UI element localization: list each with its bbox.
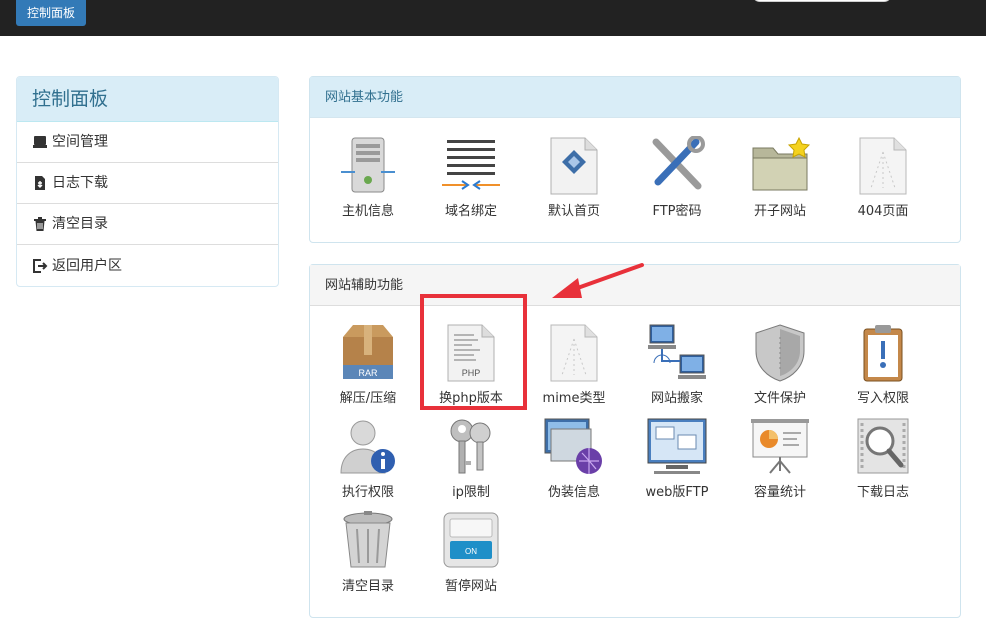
sidebar-item-label: 返回用户区 bbox=[52, 257, 122, 274]
rar-box-icon: RAR bbox=[343, 325, 393, 379]
tile-label: 清空目录 bbox=[341, 579, 394, 594]
switch-label: ON bbox=[465, 547, 477, 556]
tile-label: 写入权限 bbox=[856, 391, 909, 406]
tile-label: 404页面 bbox=[857, 204, 909, 219]
sidebar-item-space[interactable]: 空间管理 bbox=[17, 122, 278, 163]
tile-label: 解压/压缩 bbox=[339, 391, 397, 406]
tile-write-permission[interactable]: 写入权限 bbox=[833, 323, 933, 406]
tile-exec-permission[interactable]: 执行权限 bbox=[318, 417, 418, 500]
tile-label: 域名绑定 bbox=[444, 204, 497, 219]
tile-sub-site[interactable]: 开子网站 bbox=[730, 136, 830, 219]
sidebar: 控制面板 空间管理 日志下载 清空目录 返回用户区 bbox=[16, 76, 279, 287]
switch-on-icon: ON bbox=[443, 512, 499, 568]
sidebar-item-label: 日志下载 bbox=[52, 175, 108, 191]
tile-domain-bind[interactable]: 域名绑定 bbox=[421, 136, 521, 219]
web-ftp-icon bbox=[647, 418, 707, 474]
tile-404-page[interactable]: 404页面 bbox=[833, 136, 933, 219]
sidebar-title: 控制面板 bbox=[17, 77, 278, 122]
tile-label: 暂停网站 bbox=[444, 579, 497, 594]
tile-capacity-stats[interactable]: 容量统计 bbox=[730, 417, 830, 500]
tile-label: 伪装信息 bbox=[547, 485, 600, 500]
basic-functions-title: 网站基本功能 bbox=[310, 77, 960, 118]
hdd-icon bbox=[33, 136, 47, 148]
sidebar-item-label: 清空目录 bbox=[52, 216, 108, 232]
tile-ip-limit[interactable]: ip限制 bbox=[421, 417, 521, 500]
clipboard-alert-icon bbox=[863, 325, 903, 382]
rar-label: RAR bbox=[358, 368, 378, 378]
sidebar-item-clear-dir[interactable]: 清空目录 bbox=[17, 204, 278, 245]
mime-file-icon bbox=[550, 324, 598, 382]
tile-label: mime类型 bbox=[542, 391, 606, 406]
magnifier-film-icon bbox=[857, 418, 909, 474]
control-panel-button[interactable]: 控制面板 bbox=[16, 0, 87, 26]
file-download-icon bbox=[35, 176, 45, 190]
tile-label: 执行权限 bbox=[341, 485, 394, 500]
annotation-arrow bbox=[552, 263, 644, 298]
top-navbar: 控制面板 bbox=[0, 0, 986, 36]
tile-label: 开子网站 bbox=[753, 204, 806, 219]
tile-label: web版FTP bbox=[645, 485, 709, 500]
default-page-icon bbox=[550, 137, 598, 195]
server-icon bbox=[341, 137, 395, 193]
tile-label: 网站搬家 bbox=[650, 391, 703, 406]
tile-pause-site[interactable]: ON 暂停网站 bbox=[421, 511, 521, 594]
tile-clear-dir[interactable]: 清空目录 bbox=[318, 511, 418, 594]
trash-icon bbox=[34, 217, 46, 231]
trash-can-icon bbox=[343, 511, 393, 568]
tile-label: 容量统计 bbox=[753, 485, 806, 500]
tile-label: 主机信息 bbox=[341, 204, 394, 219]
shield-icon bbox=[755, 324, 805, 382]
tile-default-page[interactable]: 默认首页 bbox=[524, 136, 624, 219]
tile-host-info[interactable]: 主机信息 bbox=[318, 136, 418, 219]
user-info-icon bbox=[340, 420, 395, 474]
tile-file-protect[interactable]: 文件保护 bbox=[730, 323, 830, 406]
presentation-chart-icon bbox=[751, 419, 809, 474]
search-pill[interactable] bbox=[752, 0, 892, 2]
tile-web-ftp[interactable]: web版FTP bbox=[627, 417, 727, 500]
tile-label: 默认首页 bbox=[547, 204, 600, 219]
tools-icon bbox=[652, 136, 705, 190]
tile-download-log[interactable]: 下载日志 bbox=[833, 417, 933, 500]
monitor-globe-icon bbox=[544, 418, 602, 474]
tile-label: 文件保护 bbox=[753, 391, 806, 406]
tile-ftp-password[interactable]: FTP密码 bbox=[627, 136, 727, 219]
network-computers-icon bbox=[648, 324, 706, 379]
tile-label: ip限制 bbox=[452, 485, 490, 500]
keys-icon bbox=[450, 419, 491, 474]
folder-star-icon bbox=[752, 136, 811, 191]
tile-unzip[interactable]: RAR 解压/压缩 bbox=[318, 323, 418, 406]
sidebar-item-label: 空间管理 bbox=[52, 134, 108, 150]
blank-page-icon bbox=[859, 137, 907, 195]
sidebar-item-log-download[interactable]: 日志下载 bbox=[17, 163, 278, 204]
tile-label: 下载日志 bbox=[856, 485, 909, 500]
logout-icon bbox=[33, 258, 48, 273]
tile-mime-type[interactable]: mime类型 bbox=[524, 323, 624, 406]
sidebar-item-return[interactable]: 返回用户区 bbox=[17, 245, 278, 286]
tile-label: FTP密码 bbox=[652, 204, 702, 219]
tile-disguise-info[interactable]: 伪装信息 bbox=[524, 417, 624, 500]
highlight-box bbox=[420, 294, 527, 410]
domain-bind-icon bbox=[442, 140, 500, 190]
tile-site-move[interactable]: 网站搬家 bbox=[627, 323, 727, 406]
